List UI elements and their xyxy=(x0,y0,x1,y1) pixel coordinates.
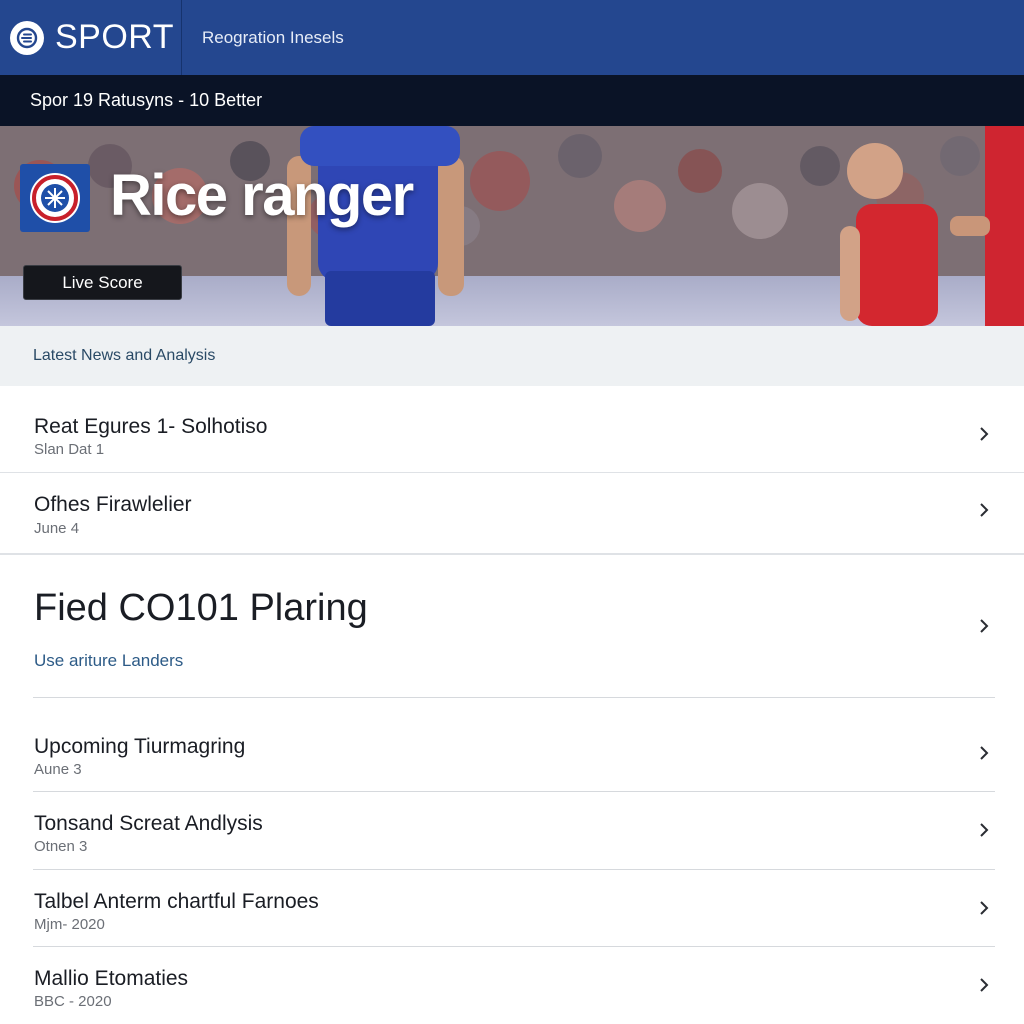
news-date: Aune 3 xyxy=(34,761,82,778)
sport-logo-icon xyxy=(10,20,44,55)
feature-link[interactable]: Use ariture Landers xyxy=(34,651,183,671)
brand-name: SPORT xyxy=(55,18,175,56)
news-date: Slan Dat 1 xyxy=(34,441,105,458)
news-date: Otnen 3 xyxy=(34,838,88,855)
section-title: Latest News and Analysis xyxy=(33,347,216,364)
list-item[interactable]: Tonsand Screat Andlysis Otnen 3 xyxy=(0,792,1024,869)
news-list: Reat Egures 1- Solhotiso Slan Dat 1 Ofhe… xyxy=(0,386,1024,1024)
brand[interactable]: SPORT xyxy=(0,0,182,75)
news-title: Ofhes Firawlelier xyxy=(34,493,192,516)
chevron-right-icon xyxy=(978,822,990,838)
list-item[interactable]: Talbel Anterm chartful Farnoes Mjm- 2020 xyxy=(0,870,1024,946)
list-item[interactable]: Mallio Etomaties BBC - 2020 xyxy=(0,947,1024,1024)
club-crest-icon xyxy=(20,164,90,232)
chevron-right-icon xyxy=(978,977,990,993)
news-date: BBC - 2020 xyxy=(34,993,112,1010)
chevron-right-icon xyxy=(978,745,990,761)
score-ticker: Spor 19 Ratusyns - 10 Better xyxy=(0,75,1024,126)
featured-item[interactable]: Fied CO101 Plaring Use ariture Landers xyxy=(0,555,1024,697)
news-title: Mallio Etomaties xyxy=(34,967,189,990)
chevron-right-icon xyxy=(978,618,990,634)
chevron-right-icon xyxy=(978,502,990,518)
news-title: Talbel Anterm chartful Farnoes xyxy=(34,890,319,913)
news-date: June 4 xyxy=(34,520,80,537)
hero-title: Rice ranger xyxy=(110,163,414,228)
chevron-right-icon xyxy=(978,900,990,916)
news-date: Mjm- 2020 xyxy=(34,916,105,933)
live-score-button[interactable]: Live Score xyxy=(23,265,182,300)
news-title: Upcoming Tiurmagring xyxy=(34,735,246,758)
top-header: SPORT Reogration Inesels xyxy=(0,0,1024,75)
hero-banner: Rice ranger Live Score xyxy=(0,126,1024,326)
chevron-right-icon xyxy=(978,426,990,442)
feature-title: Fied CO101 Plaring xyxy=(34,587,368,629)
news-title: Tonsand Screat Andlysis xyxy=(34,812,263,835)
nav-link[interactable]: Reogration Inesels xyxy=(202,28,344,48)
ticker-text[interactable]: Spor 19 Ratusyns - 10 Better xyxy=(30,90,262,111)
list-item[interactable]: Reat Egures 1- Solhotiso Slan Dat 1 xyxy=(0,386,1024,472)
list-item[interactable]: Upcoming Tiurmagring Aune 3 xyxy=(0,698,1024,791)
list-item[interactable]: Ofhes Firawlelier June 4 xyxy=(0,473,1024,553)
news-title: Reat Egures 1- Solhotiso xyxy=(34,415,268,438)
section-header: Latest News and Analysis xyxy=(0,326,1024,386)
